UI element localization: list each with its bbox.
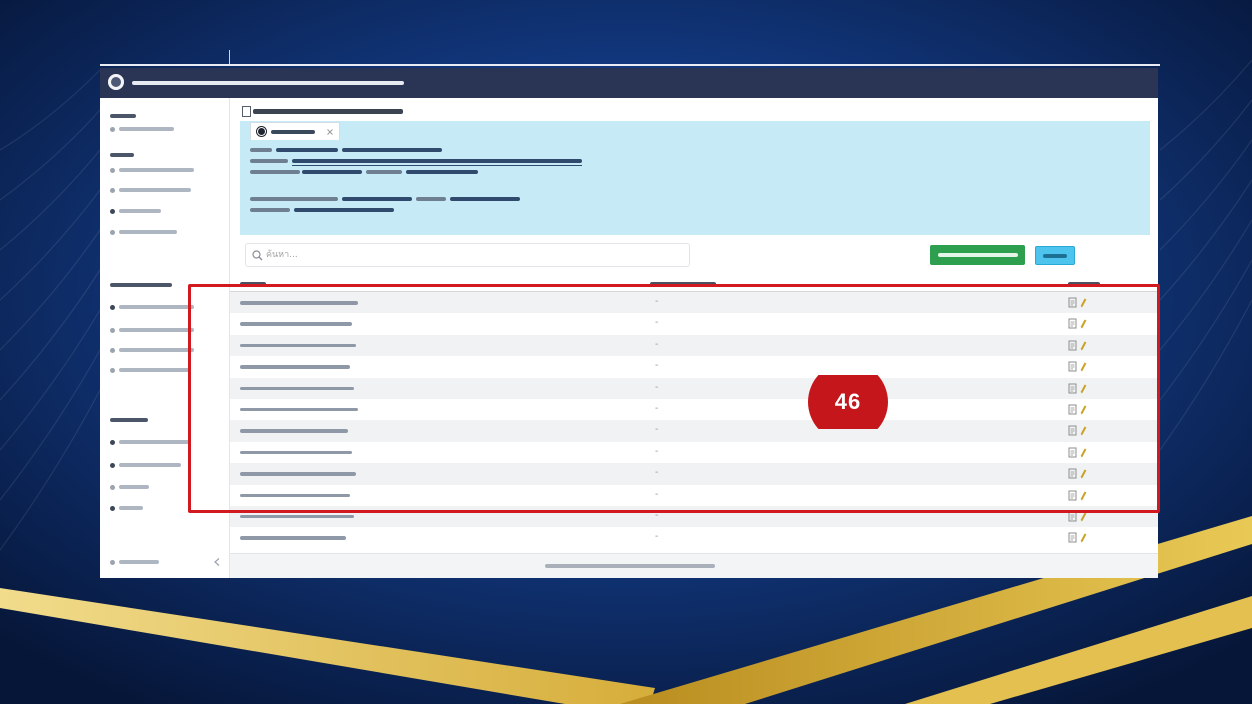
- info-link-underline: [292, 165, 582, 166]
- menu-item-icon: [110, 327, 115, 333]
- menu-item-icon: [110, 559, 115, 565]
- sidebar-item-label-illegible: [119, 560, 159, 564]
- sidebar-item-label-illegible: [119, 328, 194, 332]
- info-text-illegible: [302, 170, 362, 174]
- info-link-illegible[interactable]: [292, 159, 582, 163]
- document-icon[interactable]: [1068, 532, 1077, 543]
- table-row: -: [230, 527, 1158, 548]
- sidebar-section-label: [110, 418, 148, 422]
- close-icon[interactable]: [327, 129, 333, 135]
- sidebar-item-label-illegible: [119, 188, 191, 192]
- menu-item-icon: [110, 484, 115, 490]
- browser-edge-line: [100, 64, 1160, 66]
- sidebar-item[interactable]: [110, 303, 194, 311]
- sidebar-item[interactable]: [110, 326, 194, 334]
- row-code-illegible: [240, 536, 346, 540]
- info-text-illegible: [250, 208, 290, 212]
- sidebar-item[interactable]: [110, 366, 191, 374]
- sidebar-item[interactable]: [110, 228, 177, 236]
- secondary-button[interactable]: [1035, 246, 1075, 265]
- sidebar-item-label-illegible: [119, 368, 191, 372]
- info-text-illegible: [416, 197, 446, 201]
- sidebar-item-label-illegible: [119, 463, 181, 467]
- info-text-illegible: [250, 170, 300, 174]
- info-text-illegible: [250, 148, 272, 152]
- add-button[interactable]: [930, 245, 1025, 265]
- sidebar-item[interactable]: [110, 346, 194, 354]
- sidebar-item-label-illegible: [119, 485, 149, 489]
- sidebar-section-label: [110, 114, 136, 118]
- sidebar-item-label-illegible: [119, 230, 177, 234]
- sidebar-section-label: [110, 153, 134, 157]
- info-text-illegible: [342, 197, 412, 201]
- sidebar-item-label-illegible: [119, 305, 194, 309]
- sidebar-item[interactable]: [110, 438, 189, 446]
- tab-label-illegible: [271, 130, 315, 134]
- info-text-illegible: [250, 159, 288, 163]
- search-input[interactable]: [266, 247, 681, 263]
- dot-icon: [258, 128, 265, 135]
- sidebar-item[interactable]: [110, 483, 149, 491]
- sidebar-item[interactable]: [110, 186, 191, 194]
- info-text-illegible: [276, 148, 338, 152]
- app-title-illegible: [132, 81, 404, 85]
- sidebar-item[interactable]: [110, 166, 194, 174]
- search-icon: [252, 250, 263, 261]
- menu-item-icon: [110, 462, 115, 468]
- menu-item-icon: [110, 187, 115, 193]
- info-panel: [240, 121, 1150, 235]
- info-text-illegible: [250, 197, 338, 201]
- menu-item-icon: [110, 347, 115, 353]
- button-label-illegible: [938, 253, 1018, 257]
- row-code-illegible: [240, 514, 354, 519]
- info-text-illegible: [342, 148, 442, 152]
- menu-item-icon: [110, 505, 115, 511]
- info-text-illegible: [294, 208, 394, 212]
- menu-item-icon: [110, 304, 115, 310]
- footer: [230, 553, 1158, 578]
- sidebar-section-label: [110, 283, 172, 287]
- sidebar-item-label-illegible: [119, 440, 189, 444]
- sidebar-item-label-illegible: [119, 168, 194, 172]
- tab-registration[interactable]: [250, 122, 340, 140]
- sidebar-footer-item[interactable]: [110, 558, 159, 566]
- sidebar-item-label-illegible: [119, 348, 194, 352]
- sidebar-item[interactable]: [110, 461, 181, 469]
- highlight-rectangle: [188, 284, 1160, 513]
- edit-icon[interactable]: [1080, 532, 1087, 543]
- cursor-mark: [229, 50, 230, 64]
- info-text-illegible: [406, 170, 478, 174]
- app-header: [100, 68, 1158, 98]
- menu-item-icon: [110, 126, 115, 132]
- location-icon: [110, 208, 115, 214]
- sidebar-item[interactable]: [110, 125, 174, 133]
- footer-text-illegible: [545, 564, 715, 568]
- sidebar-item[interactable]: [110, 207, 161, 215]
- sidebar-item[interactable]: [110, 504, 143, 512]
- info-text-illegible: [366, 170, 402, 174]
- page-title-illegible: [253, 109, 403, 114]
- menu-item-icon: [110, 229, 115, 235]
- menu-item-icon: [110, 167, 115, 173]
- menu-item-icon: [110, 367, 115, 373]
- button-label-illegible: [1043, 254, 1067, 258]
- info-text-illegible: [450, 197, 520, 201]
- sidebar-item-label-illegible: [119, 127, 174, 131]
- chevron-left-icon[interactable]: [214, 558, 220, 566]
- row-value: -: [655, 531, 659, 543]
- search-box: [245, 243, 690, 267]
- sidebar-item-label-illegible: [119, 209, 161, 213]
- checkbox-icon: [242, 106, 251, 117]
- menu-item-icon: [110, 439, 115, 445]
- sidebar-item-label-illegible: [119, 506, 143, 510]
- logo-icon: [108, 74, 124, 90]
- row-actions: [1068, 532, 1087, 543]
